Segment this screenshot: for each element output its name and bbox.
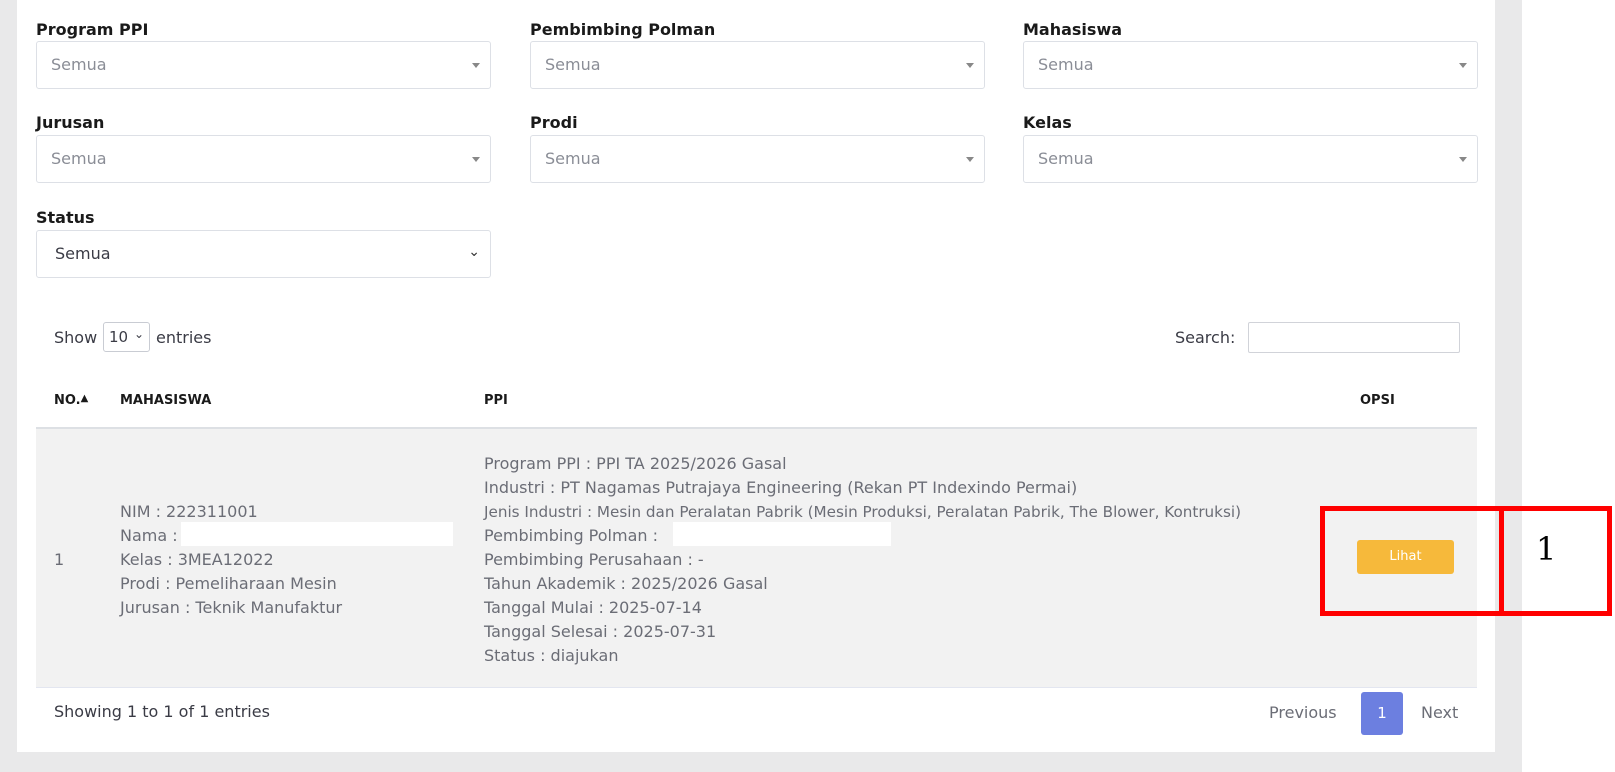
annotation-highlight-box xyxy=(1320,506,1504,616)
program-ppi-select[interactable]: Semua xyxy=(36,41,491,89)
header-no-label: NO. xyxy=(54,393,81,408)
status-value: Semua xyxy=(55,244,111,263)
program-ppi-label: Program PPI xyxy=(36,20,149,39)
redacted-pembimbing xyxy=(673,522,891,546)
ppi-status: Status : diajukan xyxy=(484,646,619,665)
redacted-name xyxy=(181,522,453,546)
table-row-divider xyxy=(36,687,1477,688)
caret-down-icon xyxy=(1459,157,1467,162)
ppi-pembimbing-polman: Pembimbing Polman : xyxy=(484,526,658,545)
ppi-jenis-industri: Jenis Industri : Mesin dan Peralatan Pab… xyxy=(484,503,1242,521)
ppi-industri: Industri : PT Nagamas Putrajaya Engineer… xyxy=(484,478,1078,497)
entries-label: entries xyxy=(156,328,212,347)
prodi-label: Prodi xyxy=(530,113,578,132)
status-select[interactable]: Semua ⌄ xyxy=(36,230,491,278)
ppi-tahun-akademik: Tahun Akademik : 2025/2026 Gasal xyxy=(484,574,768,593)
pembimbing-polman-label: Pembimbing Polman xyxy=(530,20,716,39)
pembimbing-polman-value: Semua xyxy=(545,55,601,74)
mahasiswa-nim: NIM : 222311001 xyxy=(120,502,258,521)
page-background-bottom xyxy=(0,752,1522,772)
jurusan-label: Jurusan xyxy=(36,113,105,132)
ppi-pembimbing-perusahaan: Pembimbing Perusahaan : - xyxy=(484,550,704,569)
kelas-value: Semua xyxy=(1038,149,1094,168)
show-label: Show xyxy=(54,328,98,347)
entries-length-select[interactable]: 10 ⌄ xyxy=(103,322,150,352)
pagination-next[interactable]: Next xyxy=(1421,703,1458,722)
table-info: Showing 1 to 1 of 1 entries xyxy=(54,702,270,721)
prodi-select[interactable]: Semua xyxy=(530,135,985,183)
header-mahasiswa[interactable]: MAHASISWA xyxy=(120,393,211,408)
pagination-page-1[interactable]: 1 xyxy=(1361,692,1403,735)
mahasiswa-nama: Nama : xyxy=(120,526,178,545)
row-number: 1 xyxy=(54,550,65,569)
program-ppi-value: Semua xyxy=(51,55,107,74)
search-input[interactable] xyxy=(1248,322,1460,353)
ppi-program: Program PPI : PPI TA 2025/2026 Gasal xyxy=(484,454,787,473)
mahasiswa-value: Semua xyxy=(1038,55,1094,74)
mahasiswa-prodi: Prodi : Pemeliharaan Mesin xyxy=(120,574,337,593)
jurusan-value: Semua xyxy=(51,149,107,168)
header-ppi[interactable]: PPI xyxy=(484,393,508,408)
caret-down-icon xyxy=(966,157,974,162)
sort-asc-icon: ▲ xyxy=(80,393,89,404)
mahasiswa-jurusan: Jurusan : Teknik Manufaktur xyxy=(120,598,343,617)
prodi-value: Semua xyxy=(545,149,601,168)
annotation-number: 1 xyxy=(1536,530,1557,568)
kelas-label: Kelas xyxy=(1023,113,1072,132)
chevron-down-icon: ⌄ xyxy=(134,327,145,341)
pembimbing-polman-select[interactable]: Semua xyxy=(530,41,985,89)
mahasiswa-kelas: Kelas : 3MEA12022 xyxy=(120,550,274,569)
search-label: Search: xyxy=(1175,328,1236,347)
mahasiswa-select[interactable]: Semua xyxy=(1023,41,1478,89)
pagination-previous[interactable]: Previous xyxy=(1269,703,1337,722)
jurusan-select[interactable]: Semua xyxy=(36,135,491,183)
page-background-left xyxy=(0,0,17,772)
caret-down-icon xyxy=(472,63,480,68)
chevron-down-icon: ⌄ xyxy=(468,244,480,260)
status-label: Status xyxy=(36,208,95,227)
mahasiswa-label: Mahasiswa xyxy=(1023,20,1123,39)
header-opsi[interactable]: OPSI xyxy=(1360,393,1395,408)
entries-length-value: 10 xyxy=(109,328,129,346)
header-no[interactable]: NO.▲ xyxy=(54,393,88,408)
kelas-select[interactable]: Semua xyxy=(1023,135,1478,183)
page-background-right xyxy=(1495,0,1522,772)
caret-down-icon xyxy=(1459,63,1467,68)
ppi-tanggal-selesai: Tanggal Selesai : 2025-07-31 xyxy=(484,622,717,641)
caret-down-icon xyxy=(966,63,974,68)
ppi-tanggal-mulai: Tanggal Mulai : 2025-07-14 xyxy=(484,598,702,617)
caret-down-icon xyxy=(472,157,480,162)
